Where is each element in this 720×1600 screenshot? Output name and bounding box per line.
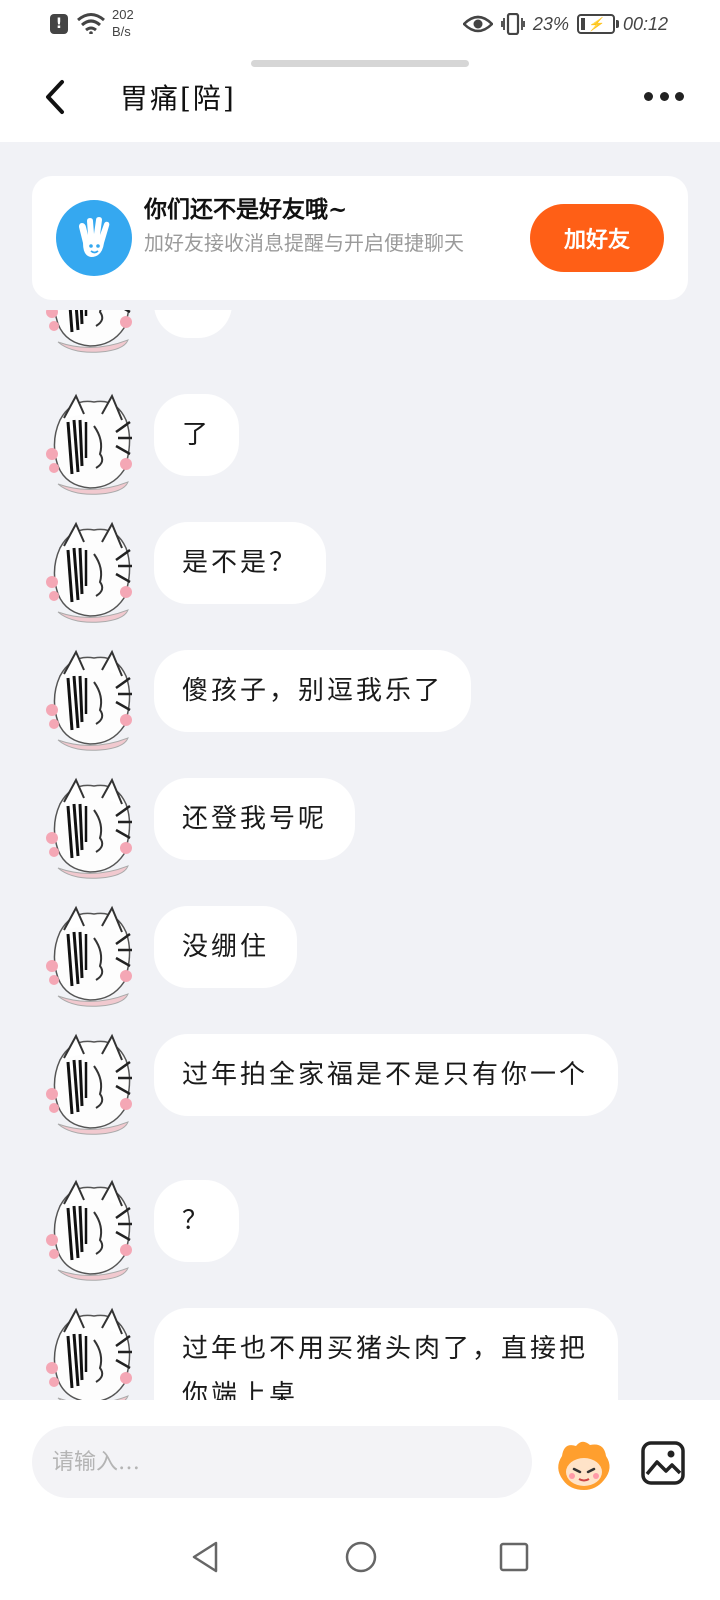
message-bubble[interactable]: 还登我号呢 (154, 778, 356, 860)
more-button[interactable] (644, 88, 684, 104)
wifi-icon (77, 13, 105, 34)
message-bubble[interactable]: 了 (154, 394, 240, 476)
circle-home-icon (345, 1541, 377, 1573)
nav-recent-button[interactable] (498, 1541, 530, 1573)
message-bubble[interactable]: 过年拍全家福是不是只有你一个 (154, 1034, 618, 1116)
message-list[interactable]: 了 是不是？ 傻孩子，别逗我乐了 还登我号呢 没绷住 过年拍全家福是不是只有你一… (0, 310, 720, 1400)
avatar[interactable] (42, 1178, 138, 1282)
system-nav-bar (0, 1510, 720, 1600)
battery-percent: 23% (532, 13, 569, 34)
image-icon (641, 1441, 685, 1485)
nav-home-button[interactable] (344, 1540, 378, 1574)
charging-icon: ⚡ (587, 16, 605, 32)
message-bubble-partial[interactable] (154, 310, 232, 338)
more-dots-icon (644, 91, 653, 101)
avatar[interactable] (42, 310, 138, 354)
chevron-left-icon (46, 80, 64, 114)
emoji-face-icon (558, 1441, 610, 1490)
clock-time: 00:12 (622, 13, 668, 34)
network-speed-unit: B/s (112, 24, 131, 39)
alert-icon: ! (50, 14, 68, 34)
emoji-button[interactable] (554, 1436, 614, 1492)
avatar[interactable] (42, 1032, 138, 1136)
network-speed-value: 202 (112, 7, 134, 22)
vibrate-icon (501, 13, 525, 35)
chat-header: 胃痛[陪] (0, 50, 720, 142)
square-recent-icon (499, 1542, 529, 1572)
message-bubble[interactable]: ？ (154, 1180, 240, 1262)
chat-title: 胃痛[陪] (120, 82, 236, 115)
friend-banner: 你们还不是好友哦~ 加好友接收消息提醒与开启便捷聊天 加好友 (32, 176, 688, 300)
input-bar (0, 1400, 720, 1510)
avatar[interactable] (42, 776, 138, 880)
message-bubble[interactable]: 傻孩子，别逗我乐了 (154, 650, 472, 732)
triangle-back-icon (192, 1541, 218, 1573)
avatar[interactable] (42, 392, 138, 496)
message-input[interactable] (32, 1426, 532, 1498)
hand-wave-icon (56, 200, 132, 276)
avatar[interactable] (42, 648, 138, 752)
drag-handle[interactable] (251, 60, 469, 67)
message-bubble[interactable]: 是不是？ (154, 522, 327, 604)
avatar[interactable] (42, 1306, 138, 1400)
avatar[interactable] (42, 904, 138, 1008)
status-bar: ! 202 B/s 23% ⚡ 00:12 (0, 0, 720, 50)
nav-back-button[interactable] (190, 1540, 220, 1574)
banner-subtitle: 加好友接收消息提醒与开启便捷聊天 (144, 231, 464, 255)
message-bubble[interactable]: 过年也不用买猪头肉了，直接把你端上桌 (154, 1308, 618, 1400)
network-speed: 202 B/s (112, 6, 148, 40)
banner-title: 你们还不是好友哦~ (144, 196, 348, 223)
add-friend-button[interactable]: 加好友 (530, 204, 664, 272)
battery-fill (580, 18, 585, 30)
back-button[interactable] (36, 74, 76, 120)
eye-icon (462, 15, 493, 33)
message-bubble[interactable]: 没绷住 (154, 906, 298, 988)
battery-icon: ⚡ (576, 14, 619, 34)
image-button[interactable] (640, 1440, 686, 1486)
avatar[interactable] (42, 520, 138, 624)
